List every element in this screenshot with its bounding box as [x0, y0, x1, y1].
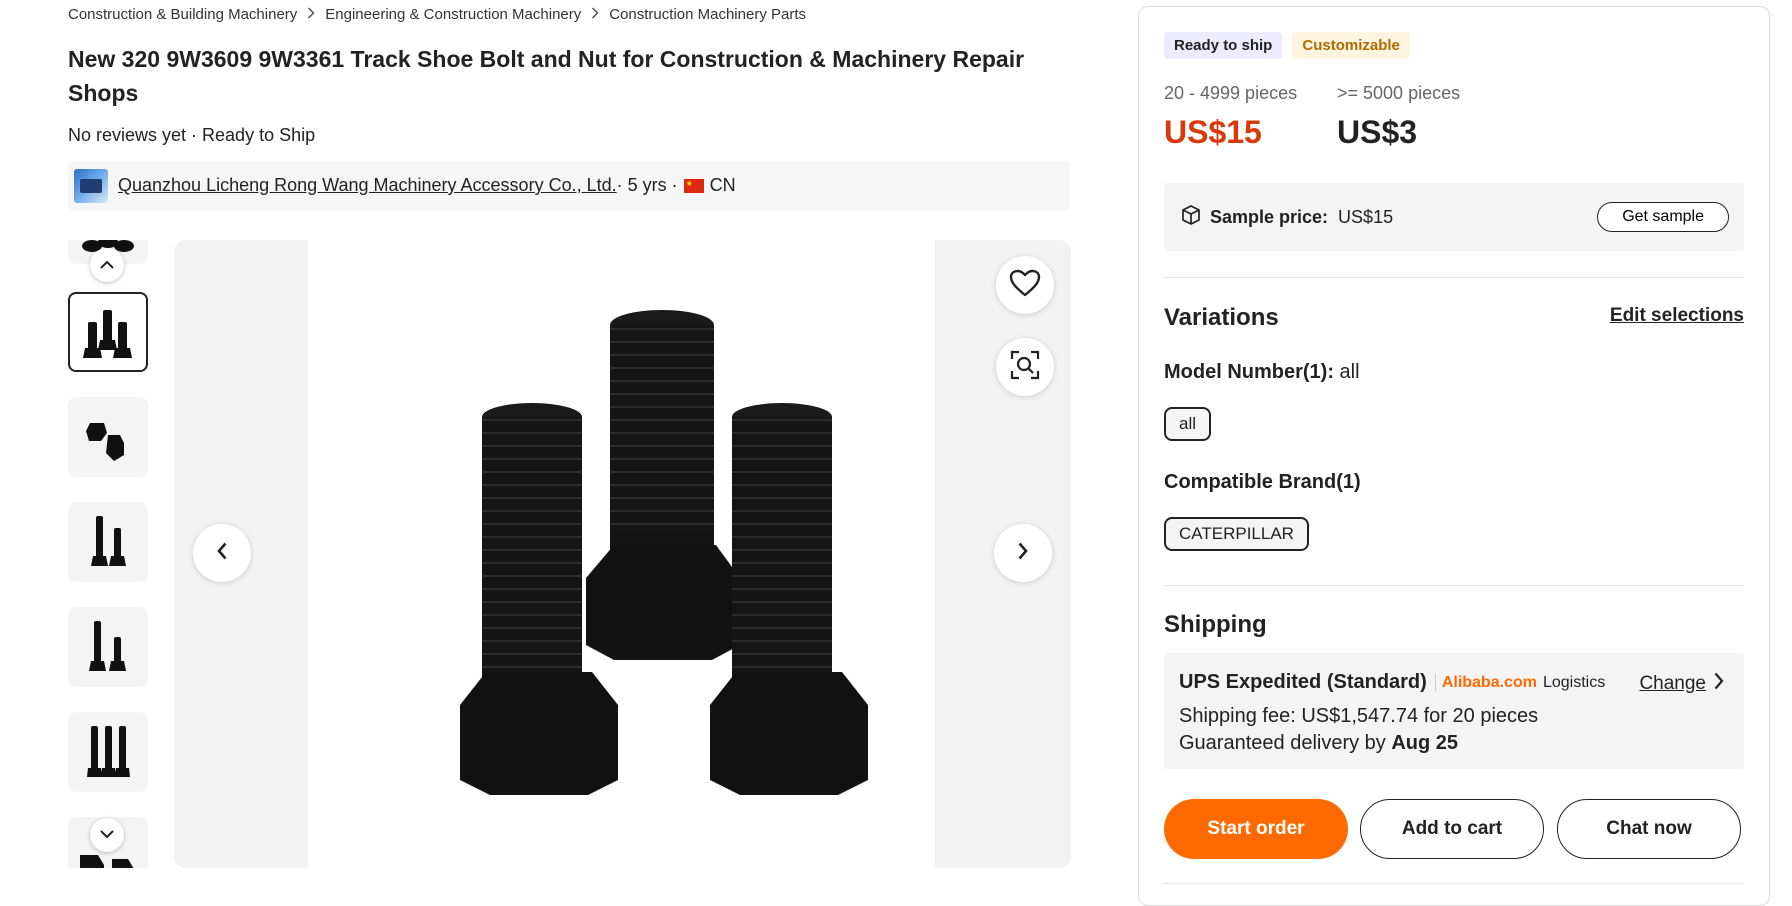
- edit-selections-link[interactable]: Edit selections: [1610, 305, 1744, 327]
- chevron-up-icon: [100, 256, 114, 274]
- chevron-left-icon: [217, 542, 227, 565]
- variations-title: Variations: [1164, 304, 1279, 331]
- image-search-icon: [1010, 350, 1040, 385]
- shipping-title: Shipping: [1164, 611, 1267, 638]
- shipping-box: UPS Expedited (Standard) Alibaba.com Log…: [1164, 653, 1744, 769]
- supplier-country: CN: [709, 175, 736, 195]
- thumbnails-down-button[interactable]: [90, 818, 124, 852]
- model-option-chip[interactable]: all: [1164, 407, 1212, 441]
- change-shipping-link[interactable]: Change: [1639, 672, 1724, 696]
- change-label: Change: [1639, 673, 1706, 694]
- cn-flag-icon: [683, 178, 704, 193]
- model-number-value: all: [1334, 361, 1360, 383]
- logistics-text: Logistics: [1542, 673, 1606, 691]
- supplier-logo: [74, 168, 108, 203]
- get-sample-button[interactable]: Get sample: [1597, 202, 1729, 232]
- price-tier: >= 5000 pieces US$3: [1337, 83, 1460, 151]
- alibaba-logistics-brand: Alibaba.com: [1434, 673, 1537, 692]
- compatible-brand-label: Compatible Brand(1): [1164, 471, 1361, 494]
- thumbnail[interactable]: [68, 712, 148, 792]
- delivery-prefix: Guaranteed delivery by: [1179, 732, 1392, 754]
- delivery-guarantee: Guaranteed delivery by Aug 25: [1179, 732, 1458, 755]
- sample-price-label: Sample price:: [1210, 206, 1329, 227]
- chevron-right-icon: [1018, 542, 1028, 565]
- sample-price-value: US$15: [1338, 206, 1394, 227]
- breadcrumb-item[interactable]: Engineering & Construction Machinery: [325, 6, 581, 23]
- ready-to-ship-badge: Ready to ship: [1164, 32, 1283, 59]
- divider: [1164, 585, 1744, 586]
- product-title: New 320 9W3609 9W3361 Track Shoe Bolt an…: [68, 46, 1025, 106]
- thumbnail-strip[interactable]: [68, 240, 148, 868]
- supplier-bar: Quanzhou Licheng Rong Wang Machinery Acc…: [68, 161, 1070, 210]
- heart-icon: [1009, 269, 1041, 302]
- favorite-button[interactable]: [996, 256, 1054, 314]
- add-to-cart-button[interactable]: Add to cart: [1360, 799, 1544, 859]
- chevron-down-icon: [100, 826, 114, 844]
- breadcrumb-item[interactable]: Construction Machinery Parts: [609, 6, 806, 23]
- product-photo: [308, 240, 935, 868]
- package-icon: [1180, 204, 1202, 231]
- brand-option-chip[interactable]: CATERPILLAR: [1164, 517, 1309, 551]
- price-tier: 20 - 4999 pieces US$15: [1164, 83, 1297, 151]
- thumbnail[interactable]: [68, 607, 148, 687]
- tier-quantity: 20 - 4999 pieces: [1164, 83, 1298, 103]
- supplier-name-link[interactable]: Quanzhou Licheng Rong Wang Machinery Acc…: [118, 175, 617, 196]
- thumbnail-selected[interactable]: [68, 292, 148, 372]
- main-product-image: [174, 240, 1071, 868]
- chevron-right-icon: [307, 7, 315, 22]
- thumbnail[interactable]: [68, 502, 148, 582]
- thumbnails-up-button[interactable]: [90, 248, 124, 282]
- chevron-right-icon: [591, 7, 599, 22]
- supplier-years: · 5 yrs ·: [616, 175, 678, 195]
- delivery-date: Aug 25: [1391, 732, 1459, 754]
- badges: Ready to ship Customizable: [1164, 32, 1410, 59]
- breadcrumb-item[interactable]: Construction & Building Machinery: [68, 6, 297, 23]
- chat-now-button[interactable]: Chat now: [1557, 799, 1741, 859]
- model-number-label: Model Number(1): all: [1164, 361, 1360, 384]
- model-number-key: Model Number(1):: [1164, 361, 1334, 383]
- tier-price: US$15: [1164, 114, 1262, 150]
- shipping-fee: Shipping fee: US$1,547.74 for 20 pieces: [1179, 705, 1539, 727]
- sample-price-box: Sample price: US$15 Get sample: [1164, 183, 1744, 251]
- compatible-brand-key: Compatible Brand(1): [1164, 471, 1361, 493]
- thumbnail[interactable]: [68, 397, 148, 477]
- tier-quantity: >= 5000 pieces: [1337, 83, 1461, 103]
- shipping-method-line: UPS Expedited (Standard) Alibaba.com Log…: [1179, 671, 1605, 694]
- tier-price: US$3: [1337, 114, 1418, 150]
- prev-image-button[interactable]: [193, 524, 251, 582]
- start-order-button[interactable]: Start order: [1164, 799, 1348, 859]
- shipping-method: UPS Expedited (Standard): [1179, 671, 1427, 693]
- breadcrumb: Construction & Building Machinery Engine…: [68, 6, 806, 23]
- purchase-panel: Ready to ship Customizable 20 - 4999 pie…: [1138, 6, 1770, 906]
- customizable-badge: Customizable: [1292, 32, 1410, 59]
- image-search-button[interactable]: [996, 338, 1054, 396]
- divider: [1164, 277, 1744, 278]
- review-status: No reviews yet · Ready to Ship: [68, 125, 316, 145]
- divider: [1164, 883, 1744, 884]
- next-image-button[interactable]: [994, 524, 1052, 582]
- chevron-right-icon: [1714, 672, 1724, 696]
